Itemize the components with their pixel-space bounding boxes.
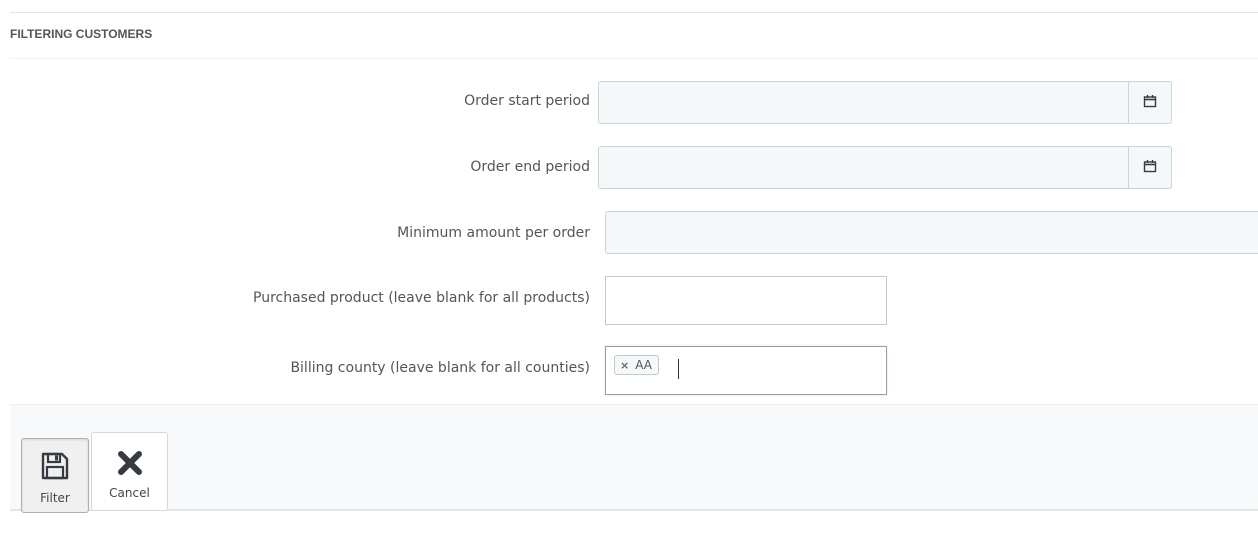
filter-button[interactable]: Filter <box>21 438 89 513</box>
order-end-calendar-button[interactable] <box>1128 146 1172 189</box>
min-amount-field[interactable] <box>605 211 1258 254</box>
order-start-calendar-button[interactable] <box>1128 81 1172 124</box>
filter-button-label: Filter <box>40 491 70 505</box>
panel-heading: FILTERING CUSTOMERS <box>10 13 1258 59</box>
purchased-product-label: Purchased product (leave blank for all p… <box>253 290 590 306</box>
purchased-product-input[interactable] <box>606 277 886 324</box>
cancel-button[interactable]: Cancel <box>91 432 168 511</box>
order-start-field[interactable] <box>598 81 1172 124</box>
county-tag: × AA <box>614 355 659 375</box>
cancel-button-label: Cancel <box>109 486 150 500</box>
text-cursor <box>678 359 679 379</box>
purchased-product-field[interactable] <box>605 276 887 325</box>
county-tag-label: AA <box>635 358 652 372</box>
calendar-icon <box>1143 158 1157 177</box>
min-amount-input[interactable] <box>606 212 1258 253</box>
order-start-label: Order start period <box>464 93 590 109</box>
close-icon <box>92 449 167 477</box>
order-end-input[interactable] <box>599 147 1171 188</box>
panel-title: FILTERING CUSTOMERS <box>10 27 153 41</box>
min-amount-label: Minimum amount per order <box>397 225 590 241</box>
order-end-field[interactable] <box>598 146 1172 189</box>
billing-county-label: Billing county (leave blank for all coun… <box>290 360 590 376</box>
billing-county-tag-input[interactable]: × AA <box>605 346 887 395</box>
calendar-icon <box>1143 93 1157 112</box>
tag-remove-icon[interactable]: × <box>620 359 629 372</box>
order-start-input[interactable] <box>599 82 1171 123</box>
save-icon <box>22 451 88 481</box>
order-end-label: Order end period <box>470 159 590 175</box>
panel-footer <box>10 404 1258 511</box>
